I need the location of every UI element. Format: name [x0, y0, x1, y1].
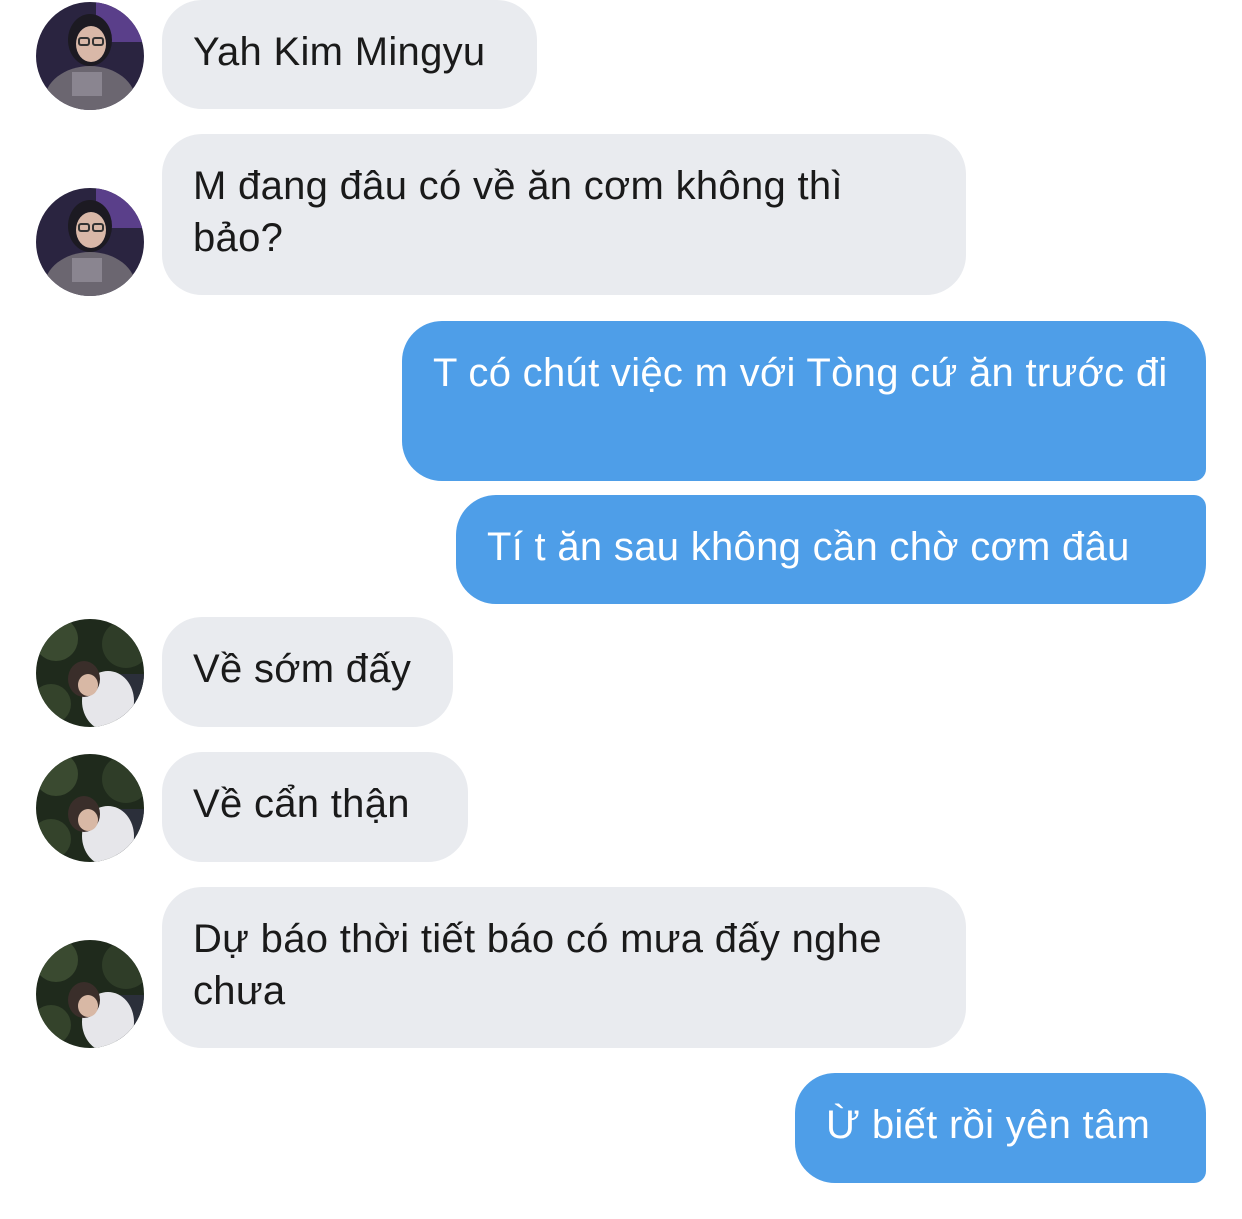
message-text: Ừ biết rồi yên tâm	[826, 1103, 1151, 1147]
avatar-girl-glasses[interactable]	[36, 2, 144, 110]
chat-thread: Yah Kim Mingyu M đang đâu có về ăn cơm k…	[0, 0, 1242, 1219]
avatar-boy-trees[interactable]	[36, 619, 144, 727]
message-bubble-incoming[interactable]: M đang đâu có về ăn cơm không thì bảo?	[162, 134, 966, 295]
message-bubble-incoming[interactable]: Yah Kim Mingyu	[162, 0, 537, 109]
message-text: Về cẩn thận	[193, 782, 410, 826]
message-text: Yah Kim Mingyu	[193, 30, 486, 74]
message-bubble-incoming[interactable]: Về cẩn thận	[162, 752, 468, 862]
avatar-boy-trees[interactable]	[36, 754, 144, 862]
message-text: Dự báo thời tiết báo có mưa đấy nghe chư…	[193, 917, 882, 1013]
message-text: T có chút việc m với Tòng cứ ăn trước đi	[433, 351, 1168, 395]
message-bubble-outgoing[interactable]: Ừ biết rồi yên tâm	[795, 1073, 1206, 1183]
message-text: Tí t ăn sau không cần chờ cơm đâu	[487, 525, 1130, 569]
message-bubble-incoming[interactable]: Về sớm đấy	[162, 617, 453, 727]
message-text: M đang đâu có về ăn cơm không thì bảo?	[193, 164, 843, 260]
message-bubble-outgoing[interactable]: Tí t ăn sau không cần chờ cơm đâu	[456, 495, 1206, 604]
avatar-girl-glasses[interactable]	[36, 188, 144, 296]
message-text: Về sớm đấy	[193, 647, 412, 691]
avatar-boy-trees[interactable]	[36, 940, 144, 1048]
message-bubble-incoming[interactable]: Dự báo thời tiết báo có mưa đấy nghe chư…	[162, 887, 966, 1048]
message-bubble-outgoing[interactable]: T có chút việc m với Tòng cứ ăn trước đi	[402, 321, 1206, 481]
